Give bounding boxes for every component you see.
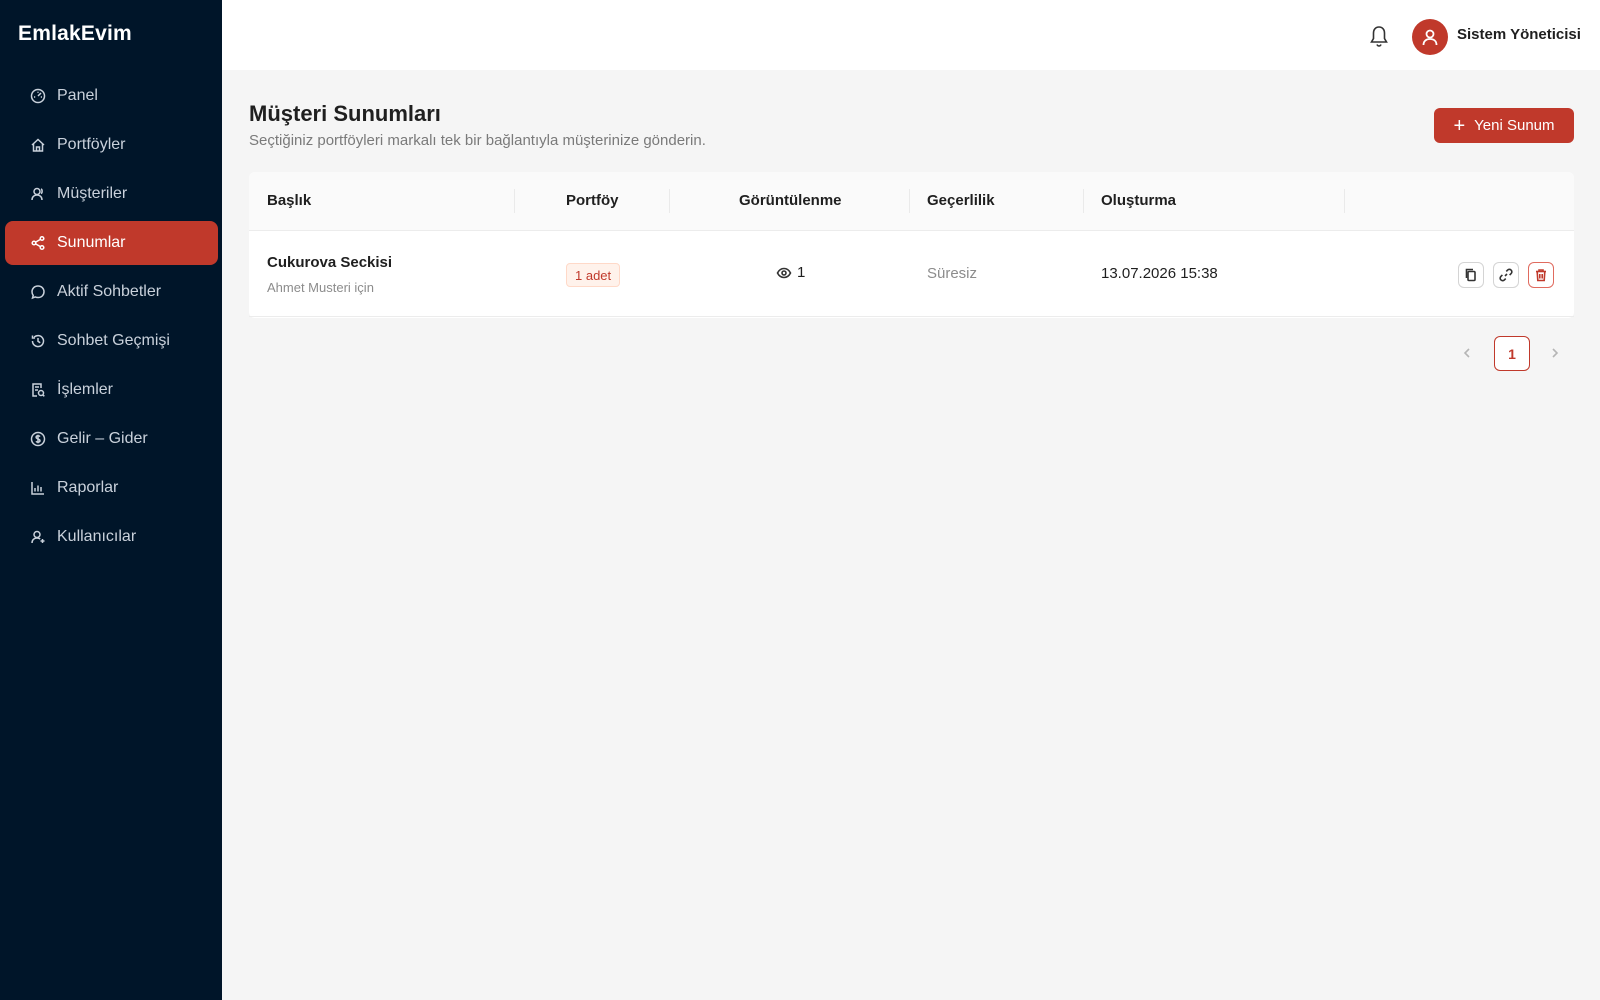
sidebar-item-transactions[interactable]: İşlemler — [5, 368, 218, 412]
sidebar-item-portfolios[interactable]: Portföyler — [5, 123, 218, 167]
sidebar-item-active-chats[interactable]: Aktif Sohbetler — [5, 270, 218, 314]
column-header-title[interactable]: Başlık — [267, 192, 311, 209]
presentation-customer: Ahmet Musteri için — [267, 280, 374, 295]
sidebar-item-reports[interactable]: Raporlar — [5, 466, 218, 510]
pagination-prev-button[interactable] — [1460, 346, 1474, 360]
link-icon — [1499, 268, 1513, 282]
table-header: Başlık Portföy Görüntülenme Geçerlilik O… — [249, 172, 1574, 231]
page-subtitle: Seçtiğiniz portföyleri markalı tek bir b… — [249, 132, 706, 149]
sidebar-item-label: İşlemler — [57, 381, 114, 398]
sidebar-item-label: Kullanıcılar — [57, 528, 137, 545]
user-name[interactable]: Sistem Yöneticisi — [1457, 26, 1581, 43]
created-date: 13.07.2026 15:38 — [1101, 265, 1218, 282]
column-divider — [1344, 189, 1345, 213]
chevron-left-icon — [1463, 348, 1470, 358]
pagination-next-button[interactable] — [1548, 346, 1562, 360]
column-header-validity[interactable]: Geçerlilik — [927, 192, 995, 209]
validity-value: Süresiz — [927, 265, 978, 282]
sidebar-item-label: Raporlar — [57, 479, 119, 496]
bar-chart-icon — [30, 480, 46, 496]
views-count: 1 — [797, 264, 806, 281]
presentation-title[interactable]: Cukurova Seckisi — [267, 254, 392, 271]
new-presentation-button[interactable]: + Yeni Sunum — [1434, 108, 1574, 143]
sidebar-item-users[interactable]: Kullanıcılar — [5, 515, 218, 559]
avatar[interactable] — [1412, 19, 1448, 55]
copy-button[interactable] — [1458, 262, 1484, 288]
copy-icon — [1465, 268, 1476, 282]
sidebar-item-chat-history[interactable]: Sohbet Geçmişi — [5, 319, 218, 363]
column-divider — [1083, 189, 1084, 213]
top-header — [222, 0, 1600, 70]
user-add-icon — [30, 529, 46, 545]
chevron-right-icon — [1552, 348, 1559, 358]
eye-icon — [776, 267, 792, 278]
sidebar-item-label: Portföyler — [57, 136, 126, 153]
sidebar-item-income-expense[interactable]: Gelir – Gider — [5, 417, 218, 461]
dollar-icon — [30, 431, 46, 447]
audit-icon — [30, 382, 46, 398]
column-divider — [669, 189, 670, 213]
share-icon — [30, 235, 46, 251]
plus-icon: + — [1453, 114, 1466, 137]
column-header-portfolio[interactable]: Portföy — [566, 192, 619, 209]
sidebar: EmlakEvim Panel Portföyler Müşteriler Su… — [0, 0, 222, 1000]
sidebar-item-label: Müşteriler — [57, 185, 128, 202]
delete-button[interactable] — [1528, 262, 1554, 288]
brand-logo[interactable]: EmlakEvim — [18, 22, 132, 46]
chat-icon — [30, 284, 46, 300]
link-button[interactable] — [1493, 262, 1519, 288]
column-header-views[interactable]: Görüntülenme — [739, 192, 842, 209]
column-divider — [909, 189, 910, 213]
sidebar-item-label: Aktif Sohbetler — [57, 283, 162, 300]
sidebar-item-label: Sohbet Geçmişi — [57, 332, 170, 349]
sidebar-item-label: Panel — [57, 87, 98, 104]
sidebar-item-panel[interactable]: Panel — [5, 74, 218, 118]
table-row[interactable]: Cukurova Seckisi Ahmet Musteri için 1 ad… — [249, 231, 1574, 317]
pagination-page-1[interactable]: 1 — [1494, 336, 1530, 371]
column-divider — [514, 189, 515, 213]
sidebar-item-presentations[interactable]: Sunumlar — [5, 221, 218, 265]
history-icon — [30, 333, 46, 349]
page-title: Müşteri Sunumları — [249, 101, 441, 126]
sidebar-item-customers[interactable]: Müşteriler — [5, 172, 218, 216]
portfolio-count-badge: 1 adet — [566, 263, 621, 287]
bell-icon[interactable] — [1368, 24, 1390, 48]
presentations-table: Başlık Portföy Görüntülenme Geçerlilik O… — [249, 172, 1574, 318]
home-icon — [30, 137, 46, 153]
views-cell: 1 — [776, 264, 805, 281]
user-icon — [1422, 29, 1438, 46]
users-icon — [30, 186, 46, 202]
sidebar-item-label: Sunumlar — [57, 234, 126, 251]
new-presentation-label: Yeni Sunum — [1474, 117, 1555, 134]
dashboard-icon — [30, 88, 46, 104]
trash-icon — [1536, 269, 1546, 282]
sidebar-nav: Panel Portföyler Müşteriler Sunumlar Akt… — [0, 74, 222, 564]
sidebar-item-label: Gelir – Gider — [57, 430, 148, 447]
column-header-created[interactable]: Oluşturma — [1101, 192, 1176, 209]
